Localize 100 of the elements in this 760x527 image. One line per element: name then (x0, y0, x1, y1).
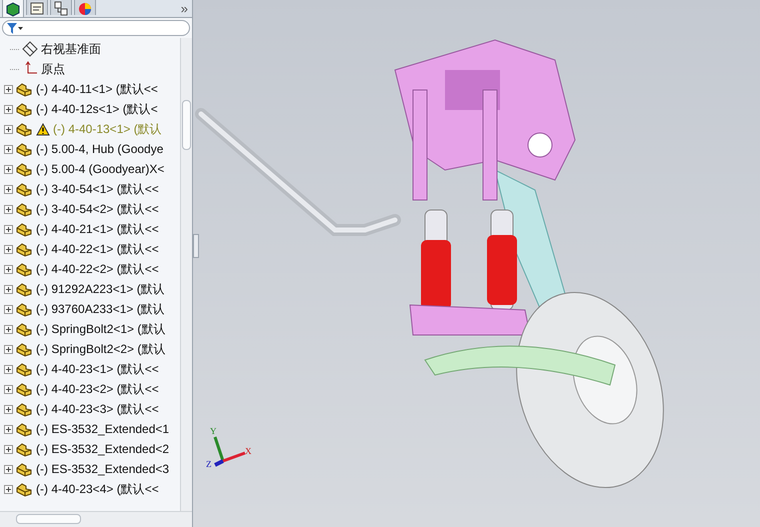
tree-item-label: (-) 4-40-22<1> (默认<< (36, 241, 159, 258)
part-icon (16, 122, 33, 136)
config-icon (52, 0, 70, 16)
tree-item-label: 右视基准面 (41, 41, 101, 58)
part-icon (16, 322, 33, 336)
tree-item[interactable]: 右视基准面 (4, 39, 180, 59)
tree-item-label: (-) 4-40-23<2> (默认<< (36, 381, 159, 398)
axis-label: Y (210, 425, 216, 438)
part-icon (16, 222, 33, 236)
tree-item-label: (-) 91292A223<1> (默认 (36, 281, 165, 298)
tree-item-label: (-) 3-40-54<1> (默认<< (36, 181, 159, 198)
filter-field[interactable] (2, 20, 190, 36)
tree-item-label: (-) ES-3532_Extended<1 (36, 421, 170, 438)
expand-icon[interactable] (4, 204, 13, 214)
tree-item[interactable]: 原点 (4, 59, 180, 79)
expand-icon[interactable] (4, 284, 13, 294)
expand-icon[interactable] (4, 404, 13, 414)
tree-item[interactable]: (-) 91292A223<1> (默认 (4, 279, 180, 299)
tree-item-label: (-) 93760A233<1> (默认 (36, 301, 165, 318)
tree-item[interactable]: (-) 5.00-4 (Goodyear)X< (4, 159, 180, 179)
tree-item-label: (-) 4-40-13<1> (默认 (53, 121, 162, 138)
tree-item-label: (-) 4-40-22<2> (默认<< (36, 261, 159, 278)
tree-item[interactable]: (-) 4-40-23<4> (默认<< (4, 479, 180, 499)
feature-icon (4, 0, 22, 18)
part-icon (16, 362, 33, 376)
tree-item[interactable]: (-) 4-40-23<1> (默认<< (4, 359, 180, 379)
tree-item-label: (-) 4-40-23<3> (默认<< (36, 401, 159, 418)
tree-item-label: (-) 4-40-11<1> (默认<< (36, 81, 158, 98)
part-icon (16, 382, 33, 396)
expand-icon[interactable] (4, 424, 13, 434)
tree-item[interactable]: (-) SpringBolt2<2> (默认 (4, 339, 180, 359)
tree-item[interactable]: (-) 3-40-54<2> (默认<< (4, 199, 180, 219)
property-icon (28, 0, 46, 16)
part-icon (16, 482, 33, 496)
part-icon (16, 262, 33, 276)
tree-item-label: (-) ES-3532_Extended<2 (36, 441, 170, 458)
part-icon (16, 342, 33, 356)
expand-icon[interactable] (4, 124, 13, 134)
tree-item-label: 原点 (41, 61, 65, 78)
tree-item-label: (-) 3-40-54<2> (默认<< (36, 201, 159, 218)
tree-item-label: (-) 4-40-23<1> (默认<< (36, 361, 159, 378)
panel-tab[interactable] (2, 0, 24, 17)
overflow-chevron[interactable]: » (180, 1, 188, 17)
expand-icon[interactable] (4, 184, 13, 194)
tree-item-label: (-) 5.00-4, Hub (Goodye (36, 141, 164, 158)
part-icon (16, 242, 33, 256)
panel-tab[interactable] (50, 0, 72, 15)
expand-icon[interactable] (4, 444, 13, 454)
axis-label: Z (206, 458, 212, 471)
axis-label: X (245, 445, 252, 458)
tree-item[interactable]: (-) 5.00-4, Hub (Goodye (4, 139, 180, 159)
tree-item[interactable]: (-) SpringBolt2<1> (默认 (4, 319, 180, 339)
expand-icon[interactable] (4, 384, 13, 394)
tree-item[interactable]: (-) 4-40-22<2> (默认<< (4, 259, 180, 279)
part-icon (16, 142, 33, 156)
part-icon (16, 422, 33, 436)
tree-item[interactable]: (-) 4-40-23<3> (默认<< (4, 399, 180, 419)
expand-icon[interactable] (4, 164, 13, 174)
vertical-scrollbar[interactable] (180, 38, 192, 511)
tree-item[interactable]: (-) 3-40-54<1> (默认<< (4, 179, 180, 199)
tree-item-label: (-) 4-40-12s<1> (默认< (36, 101, 158, 118)
tree-item-label: (-) ES-3532_Extended<3 (36, 461, 170, 478)
part-icon (16, 302, 33, 316)
tree-item[interactable]: (-) ES-3532_Extended<3 (4, 459, 180, 479)
expand-icon[interactable] (4, 224, 13, 234)
part-icon (16, 462, 33, 476)
tree-item-label: (-) 5.00-4 (Goodyear)X< (36, 161, 164, 178)
tree-item[interactable]: (-) ES-3532_Extended<2 (4, 439, 180, 459)
tree-item[interactable]: (-) 93760A233<1> (默认 (4, 299, 180, 319)
expand-icon[interactable] (4, 264, 13, 274)
expand-icon[interactable] (4, 364, 13, 374)
tree-item[interactable]: (-) ES-3532_Extended<1 (4, 419, 180, 439)
tree-item-label: (-) 4-40-21<1> (默认<< (36, 221, 159, 238)
tree-item[interactable]: (-) 4-40-23<2> (默认<< (4, 379, 180, 399)
part-icon (16, 442, 33, 456)
tree-item[interactable]: (-) 4-40-22<1> (默认<< (4, 239, 180, 259)
expand-icon[interactable] (4, 244, 13, 254)
panel-tab[interactable] (26, 0, 48, 15)
appearance-icon (76, 0, 94, 16)
splitter-handle[interactable] (193, 234, 199, 258)
tree-item[interactable]: (-) 4-40-21<1> (默认<< (4, 219, 180, 239)
part-icon (16, 402, 33, 416)
part-icon (16, 82, 33, 96)
expand-icon[interactable] (4, 324, 13, 334)
expand-icon[interactable] (4, 84, 13, 94)
tree-item[interactable]: (-) 4-40-11<1> (默认<< (4, 79, 180, 99)
expand-icon[interactable] (4, 304, 13, 314)
expand-icon[interactable] (4, 104, 13, 114)
part-icon (16, 282, 33, 296)
part-icon (16, 202, 33, 216)
plane-icon (22, 41, 38, 57)
expand-icon[interactable] (4, 344, 13, 354)
horizontal-scrollbar[interactable] (0, 511, 192, 527)
expand-icon[interactable] (4, 464, 13, 474)
expand-icon[interactable] (4, 484, 13, 494)
expand-icon[interactable] (4, 144, 13, 154)
tree-item-label: (-) SpringBolt2<2> (默认 (36, 341, 166, 358)
tree-item-label: (-) 4-40-23<4> (默认<< (36, 481, 159, 498)
filter-icon (7, 22, 23, 34)
tree-item[interactable]: (-) 4-40-12s<1> (默认< (4, 99, 180, 119)
